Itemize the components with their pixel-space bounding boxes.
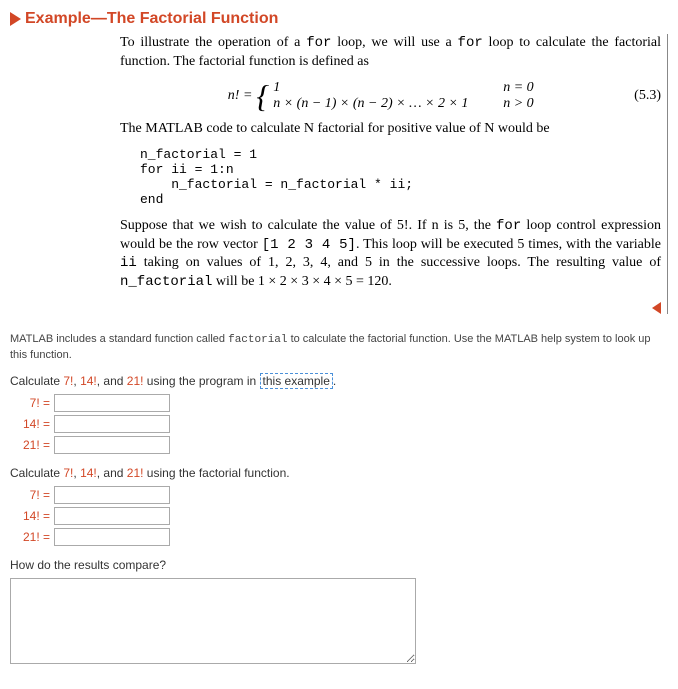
text: loop, we will use a: [331, 35, 457, 50]
q2-input-7[interactable]: [54, 486, 170, 504]
case1-cond: n = 0: [503, 80, 553, 96]
q2-label-14: 14! =: [10, 509, 50, 523]
this-example-link[interactable]: this example: [260, 373, 333, 389]
q1-label-7: 7! =: [10, 396, 50, 410]
code-fn: factorial: [199, 466, 241, 480]
cases: 1 n = 0 n × (n − 1) × (n − 2) × … × 2 × …: [273, 80, 553, 112]
q3-textarea[interactable]: [10, 578, 416, 664]
text: 21!: [127, 374, 144, 388]
text: using the program in: [143, 374, 259, 388]
text: MATLAB includes a standard function call…: [10, 333, 228, 345]
text: 7!: [63, 374, 73, 388]
code-var: ii: [120, 255, 137, 271]
matlab-line: The MATLAB code to calculate N factorial…: [120, 120, 661, 139]
code-var: n_factorial: [120, 274, 212, 290]
q1-input-7[interactable]: [54, 394, 170, 412]
text: 21!: [127, 466, 144, 480]
text: , and: [97, 374, 127, 388]
case1-expr: 1: [273, 80, 503, 96]
text: function.: [241, 466, 290, 480]
code-fn: factorial: [228, 334, 287, 346]
text: Calculate: [10, 374, 63, 388]
equation: n! = { 1 n = 0 n × (n − 1) × (n − 2) × ……: [120, 80, 661, 112]
text: Calculate: [10, 466, 63, 480]
brace-container: { 1 n = 0 n × (n − 1) × (n − 2) × … × 2 …: [252, 80, 553, 112]
q1-label-21: 21! =: [10, 438, 50, 452]
example-header: Example—The Factorial Function: [10, 10, 668, 28]
text: Suppose that we wish to calculate the va…: [120, 218, 496, 233]
text: taking on values of 1, 2, 3, 4, and 5 in…: [137, 255, 661, 270]
q2-label-7: 7! =: [10, 488, 50, 502]
q2-input-21[interactable]: [54, 528, 170, 546]
text: , and: [97, 466, 127, 480]
text: using the: [143, 466, 198, 480]
text: 7!: [63, 466, 73, 480]
code-block: n_factorial = 1 for ii = 1:n n_factorial…: [140, 147, 661, 207]
q3-prompt: How do the results compare?: [10, 558, 668, 572]
q2-input-14[interactable]: [54, 507, 170, 525]
hint-bar: MATLAB includes a standard function call…: [10, 332, 668, 362]
brace-icon: {: [256, 80, 269, 112]
q1-input-14[interactable]: [54, 415, 170, 433]
question-2: Calculate 7!, 14!, and 21! using the fac…: [10, 466, 668, 546]
text: will be 1 × 2 × 3 × 4 × 5 = 120.: [212, 274, 391, 289]
code-keyword: for: [306, 35, 331, 51]
question-1: Calculate 7!, 14!, and 21! using the pro…: [10, 374, 668, 454]
equation-number: (5.3): [634, 88, 661, 104]
q1-label-14: 14! =: [10, 417, 50, 431]
triangle-right-icon: [10, 12, 21, 26]
q2-label-21: 21! =: [10, 530, 50, 544]
text: 14!: [80, 374, 97, 388]
case2-cond: n > 0: [503, 96, 553, 112]
equation-lhs: n! =: [228, 88, 253, 104]
q1-input-21[interactable]: [54, 436, 170, 454]
triangle-left-icon: [652, 302, 661, 314]
text: To illustrate the operation of a: [120, 35, 306, 50]
code-keyword: for: [458, 35, 483, 51]
q2-prompt: Calculate 7!, 14!, and 21! using the fac…: [10, 466, 668, 480]
code-keyword: for: [496, 218, 521, 234]
example-title: Example—The Factorial Function: [25, 10, 278, 28]
question-3: How do the results compare?: [10, 558, 668, 667]
intro-paragraph: To illustrate the operation of a for loo…: [120, 34, 661, 72]
text: .: [333, 374, 336, 388]
text: . This loop will be executed 5 times, wi…: [356, 237, 661, 252]
code-vector: [1 2 3 4 5]: [262, 237, 356, 253]
example-body: To illustrate the operation of a for loo…: [120, 34, 668, 314]
text: 14!: [80, 466, 97, 480]
case2-expr: n × (n − 1) × (n − 2) × … × 2 × 1: [273, 96, 503, 112]
q1-prompt: Calculate 7!, 14!, and 21! using the pro…: [10, 374, 668, 388]
suppose-paragraph: Suppose that we wish to calculate the va…: [120, 217, 661, 293]
